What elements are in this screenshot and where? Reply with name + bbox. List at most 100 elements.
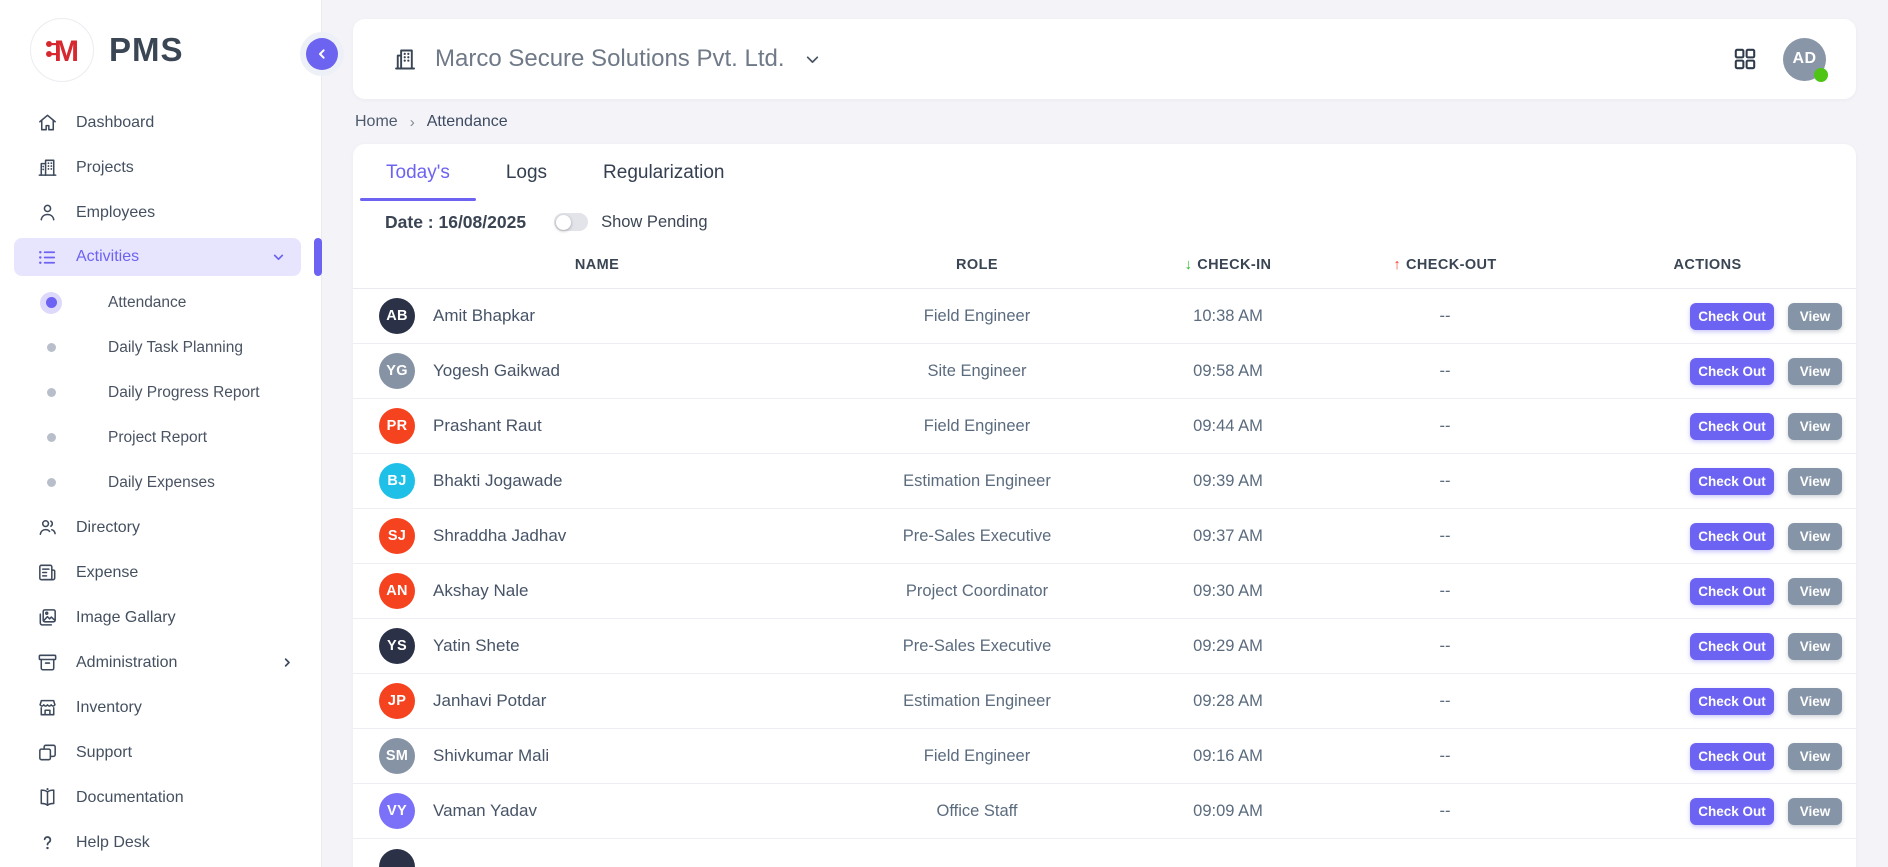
table-row: BJ Bhakti Jogawade Estimation Engineer 0… bbox=[353, 454, 1856, 509]
sidebar-subitem-label: Attendance bbox=[108, 294, 186, 312]
sidebar-subitem-label: Project Report bbox=[108, 429, 207, 447]
toggle-knob bbox=[556, 215, 571, 230]
show-pending-label: Show Pending bbox=[601, 213, 707, 232]
sidebar-subitem-project-report[interactable]: Project Report bbox=[0, 415, 321, 460]
breadcrumb-separator-icon: › bbox=[410, 114, 415, 131]
employee-role: Project Coordinator bbox=[817, 582, 1137, 601]
tab-todays[interactable]: Today's bbox=[358, 144, 478, 201]
header-check-in[interactable]: ↓CHECK-IN bbox=[1137, 257, 1319, 273]
avatar: AB bbox=[379, 298, 415, 334]
check-out-button[interactable]: Check Out bbox=[1690, 523, 1774, 550]
sidebar-item-projects[interactable]: Projects bbox=[0, 145, 321, 190]
sidebar-item-employees[interactable]: Employees bbox=[0, 190, 321, 235]
employee-role: Field Engineer bbox=[817, 747, 1137, 766]
view-button[interactable]: View bbox=[1788, 468, 1842, 495]
top-bar-actions: AD bbox=[1732, 38, 1826, 81]
check-out-button[interactable]: Check Out bbox=[1690, 798, 1774, 825]
employee-name: Shivkumar Mali bbox=[433, 746, 549, 766]
copy-squares-icon bbox=[36, 741, 59, 764]
sidebar-collapse-button[interactable] bbox=[306, 38, 338, 70]
breadcrumb-current: Attendance bbox=[427, 113, 508, 131]
sidebar-item-activities[interactable]: Activities bbox=[14, 238, 301, 276]
sidebar-item-help-desk[interactable]: Help Desk bbox=[0, 820, 321, 865]
check-in-time: 10:38 AM bbox=[1137, 307, 1319, 326]
check-out-button[interactable]: Check Out bbox=[1690, 743, 1774, 770]
sidebar-item-administration[interactable]: Administration bbox=[0, 640, 321, 685]
user-icon bbox=[36, 201, 59, 224]
view-button[interactable]: View bbox=[1788, 688, 1842, 715]
bullet-icon bbox=[40, 382, 62, 404]
sidebar-item-label: Administration bbox=[76, 654, 177, 672]
tab-logs[interactable]: Logs bbox=[478, 144, 575, 201]
sidebar-item-expense[interactable]: Expense bbox=[0, 550, 321, 595]
check-out-button[interactable]: Check Out bbox=[1690, 578, 1774, 605]
check-in-time: 09:39 AM bbox=[1137, 472, 1319, 491]
sidebar-item-documentation[interactable]: Documentation bbox=[0, 775, 321, 820]
chevron-right-icon bbox=[280, 655, 321, 670]
home-icon bbox=[36, 111, 59, 134]
table-row: JP Janhavi Potdar Estimation Engineer 09… bbox=[353, 674, 1856, 729]
company-selector[interactable]: Marco Secure Solutions Pvt. Ltd. bbox=[391, 45, 823, 73]
apps-grid-icon[interactable] bbox=[1732, 46, 1758, 72]
sidebar-subitem-daily-task-planning[interactable]: Daily Task Planning bbox=[0, 325, 321, 370]
check-out-button[interactable]: Check Out bbox=[1690, 468, 1774, 495]
header-actions: ACTIONS bbox=[1571, 257, 1844, 273]
sidebar-item-label: Help Desk bbox=[76, 834, 150, 852]
check-out-time: -- bbox=[1319, 527, 1571, 546]
avatar: BJ bbox=[379, 463, 415, 499]
check-out-button[interactable]: Check Out bbox=[1690, 358, 1774, 385]
avatar: PR bbox=[379, 408, 415, 444]
sidebar-item-label: Documentation bbox=[76, 789, 184, 807]
employee-name: Akshay Nale bbox=[433, 581, 528, 601]
view-button[interactable]: View bbox=[1788, 798, 1842, 825]
header-check-out[interactable]: ↑CHECK-OUT bbox=[1319, 257, 1571, 273]
employee-role: Estimation Engineer bbox=[817, 472, 1137, 491]
check-out-button[interactable]: Check Out bbox=[1690, 413, 1774, 440]
sidebar-item-dashboard[interactable]: Dashboard bbox=[0, 100, 321, 145]
archive-box-icon bbox=[36, 651, 59, 674]
check-in-time: 09:29 AM bbox=[1137, 637, 1319, 656]
show-pending-toggle[interactable] bbox=[554, 213, 588, 231]
sidebar-subitem-daily-expenses[interactable]: Daily Expenses bbox=[0, 460, 321, 505]
view-button[interactable]: View bbox=[1788, 358, 1842, 385]
view-button[interactable]: View bbox=[1788, 743, 1842, 770]
sidebar-subitem-daily-progress-report[interactable]: Daily Progress Report bbox=[0, 370, 321, 415]
table-row: AB Amit Bhapkar Field Engineer 10:38 AM … bbox=[353, 289, 1856, 344]
sidebar-item-image-gallery[interactable]: Image Gallary bbox=[0, 595, 321, 640]
users-icon bbox=[36, 516, 59, 539]
svg-text:M: M bbox=[54, 35, 79, 68]
view-button[interactable]: View bbox=[1788, 578, 1842, 605]
bullet-icon bbox=[40, 427, 62, 449]
sidebar-item-label: Inventory bbox=[76, 699, 142, 717]
tab-bar: Today's Logs Regularization bbox=[353, 144, 1856, 201]
table-row-partial bbox=[353, 839, 1856, 867]
view-button[interactable]: View bbox=[1788, 303, 1842, 330]
employee-name: Janhavi Potdar bbox=[433, 691, 546, 711]
user-avatar[interactable]: AD bbox=[1783, 38, 1826, 81]
chevron-down-icon bbox=[802, 49, 823, 70]
check-out-button[interactable]: Check Out bbox=[1690, 688, 1774, 715]
sidebar-item-support[interactable]: Support bbox=[0, 730, 321, 775]
check-in-time: 09:09 AM bbox=[1137, 802, 1319, 821]
table-row: AN Akshay Nale Project Coordinator 09:30… bbox=[353, 564, 1856, 619]
sidebar-subitem-attendance[interactable]: Attendance bbox=[0, 280, 321, 325]
storefront-icon bbox=[36, 696, 59, 719]
sidebar-item-inventory[interactable]: Inventory bbox=[0, 685, 321, 730]
check-out-button[interactable]: Check Out bbox=[1690, 303, 1774, 330]
sidebar-item-directory[interactable]: Directory bbox=[0, 505, 321, 550]
check-in-time: 09:58 AM bbox=[1137, 362, 1319, 381]
date-label: Date : 16/08/2025 bbox=[385, 212, 526, 233]
avatar: VY bbox=[379, 793, 415, 829]
check-out-button[interactable]: Check Out bbox=[1690, 633, 1774, 660]
check-out-time: -- bbox=[1319, 307, 1571, 326]
tab-regularization[interactable]: Regularization bbox=[575, 144, 752, 201]
employee-name: Bhakti Jogawade bbox=[433, 471, 562, 491]
view-button[interactable]: View bbox=[1788, 523, 1842, 550]
sidebar-item-label: Image Gallary bbox=[76, 609, 176, 627]
view-button[interactable]: View bbox=[1788, 633, 1842, 660]
book-icon bbox=[36, 786, 59, 809]
breadcrumb-home[interactable]: Home bbox=[355, 113, 398, 131]
employee-name: Shraddha Jadhav bbox=[433, 526, 566, 546]
table-row: YS Yatin Shete Pre-Sales Executive 09:29… bbox=[353, 619, 1856, 674]
view-button[interactable]: View bbox=[1788, 413, 1842, 440]
